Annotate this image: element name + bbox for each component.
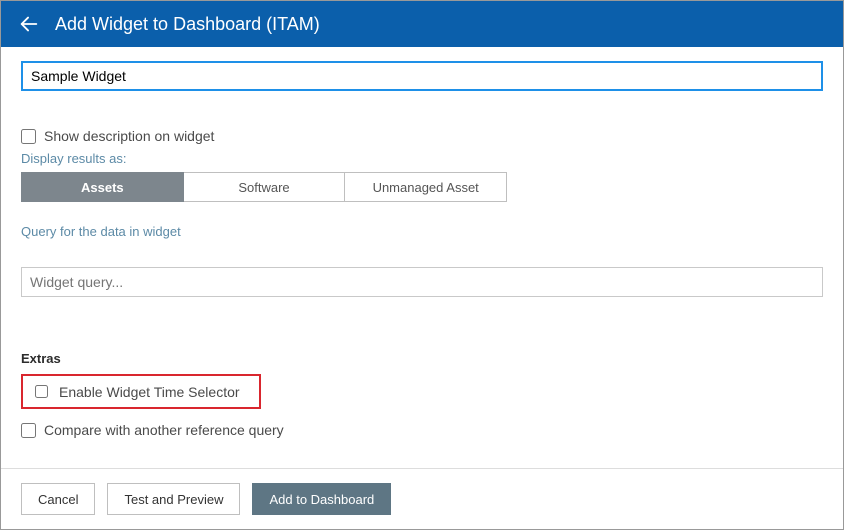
show-description-label: Show description on widget xyxy=(44,128,214,144)
dialog-content: Show description on widget Display resul… xyxy=(1,47,843,468)
display-results-label: Display results as: xyxy=(21,151,823,166)
cancel-button[interactable]: Cancel xyxy=(21,483,95,515)
enable-time-selector-checkbox[interactable] xyxy=(35,385,48,398)
enable-time-selector-row[interactable]: Enable Widget Time Selector xyxy=(21,374,261,409)
show-description-checkbox[interactable] xyxy=(21,129,36,144)
add-to-dashboard-button[interactable]: Add to Dashboard xyxy=(252,483,391,515)
segment-unmanaged[interactable]: Unmanaged Asset xyxy=(345,172,507,202)
compare-query-checkbox[interactable] xyxy=(21,423,36,438)
title-bar: Add Widget to Dashboard (ITAM) xyxy=(1,1,843,47)
extras-heading: Extras xyxy=(21,351,823,366)
dialog-footer: Cancel Test and Preview Add to Dashboard xyxy=(1,468,843,529)
widget-name-input[interactable] xyxy=(21,61,823,91)
compare-query-label: Compare with another reference query xyxy=(44,422,284,438)
show-description-row[interactable]: Show description on widget xyxy=(21,125,823,147)
dialog-title: Add Widget to Dashboard (ITAM) xyxy=(55,14,320,35)
compare-query-row[interactable]: Compare with another reference query xyxy=(21,419,823,441)
enable-time-selector-label: Enable Widget Time Selector xyxy=(59,384,240,400)
widget-query-input[interactable] xyxy=(21,267,823,297)
back-button[interactable] xyxy=(15,10,43,38)
dialog-window: Add Widget to Dashboard (ITAM) Show desc… xyxy=(0,0,844,530)
arrow-left-icon xyxy=(18,13,40,35)
test-preview-button[interactable]: Test and Preview xyxy=(107,483,240,515)
query-section-label: Query for the data in widget xyxy=(21,224,823,239)
segment-software[interactable]: Software xyxy=(184,172,346,202)
segment-assets[interactable]: Assets xyxy=(21,172,184,202)
display-results-segmented: Assets Software Unmanaged Asset xyxy=(21,172,507,202)
